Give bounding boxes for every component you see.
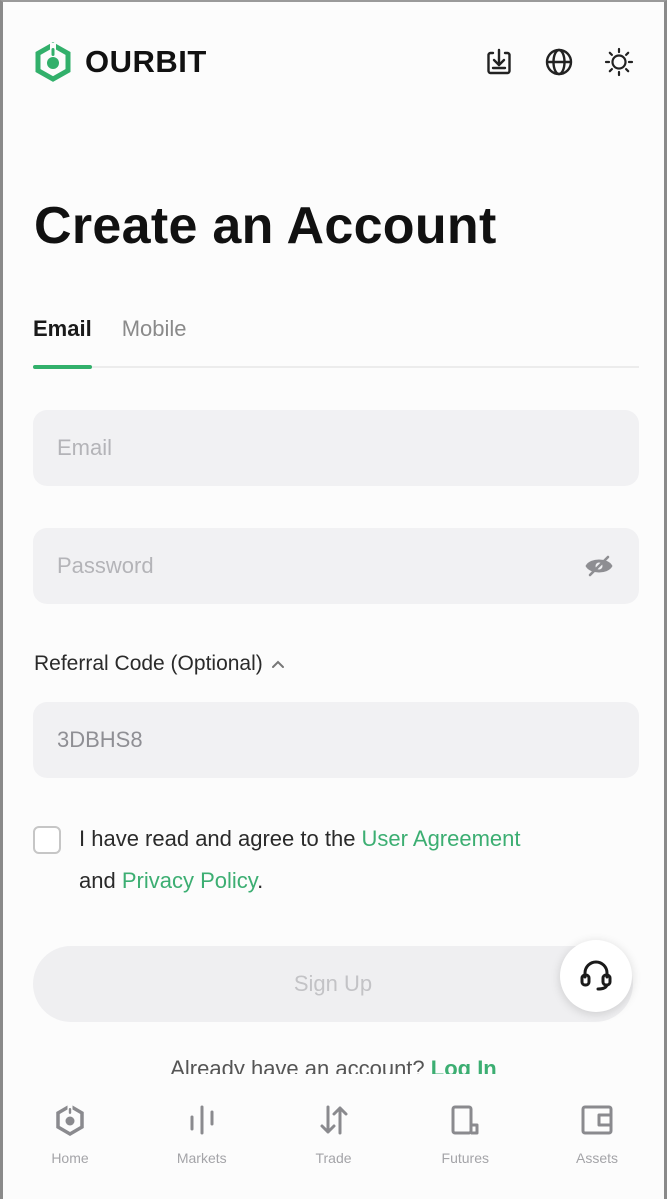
nav-trade[interactable]: Trade <box>289 1074 379 1199</box>
brand-name: OURBIT <box>85 44 207 79</box>
agreement-middle: and <box>79 868 122 893</box>
futures-icon <box>448 1098 482 1142</box>
email-field <box>33 410 639 486</box>
page-title: Create an Account <box>34 197 497 255</box>
nav-trade-label: Trade <box>315 1150 352 1166</box>
globe-icon[interactable] <box>543 46 575 78</box>
agreement-row: I have read and agree to the User Agreem… <box>33 824 643 902</box>
nav-futures[interactable]: Futures <box>420 1074 510 1199</box>
trade-icon <box>317 1098 351 1142</box>
top-header: OURBIT <box>33 36 643 88</box>
brand-logo[interactable]: OURBIT <box>33 42 207 82</box>
nav-markets-label: Markets <box>176 1150 227 1166</box>
agreement-prefix: I have read and agree to the <box>79 826 362 851</box>
assets-icon <box>579 1098 615 1142</box>
referral-code-toggle[interactable]: Referral Code (Optional) <box>34 652 285 676</box>
nav-markets[interactable]: Markets <box>157 1074 247 1199</box>
agreement-text: I have read and agree to the User Agreem… <box>79 818 521 902</box>
login-prompt: Already have an account? Log In <box>3 1052 664 1074</box>
headset-icon <box>577 955 615 998</box>
markets-icon <box>185 1098 219 1142</box>
email-input[interactable] <box>57 435 615 461</box>
chevron-up-icon <box>271 656 285 672</box>
nav-home[interactable]: Home <box>25 1074 115 1199</box>
sign-up-button[interactable]: Sign Up <box>33 946 633 1022</box>
nav-futures-label: Futures <box>441 1150 489 1166</box>
tab-mobile[interactable]: Mobile <box>122 312 187 366</box>
agreement-checkbox[interactable] <box>33 826 61 854</box>
nav-home-label: Home <box>51 1150 89 1166</box>
nav-assets-label: Assets <box>575 1150 618 1166</box>
bottom-navigation: Home Markets Trade Futures Assets <box>3 1074 664 1199</box>
home-icon <box>54 1098 86 1142</box>
referral-code-label: Referral Code (Optional) <box>34 652 263 675</box>
download-icon[interactable] <box>483 46 515 78</box>
support-chat-button[interactable] <box>560 940 632 1012</box>
nav-assets[interactable]: Assets <box>552 1074 642 1199</box>
referral-code-field <box>33 702 639 778</box>
hide-password-icon[interactable] <box>583 549 615 583</box>
header-actions <box>483 46 635 78</box>
password-input[interactable] <box>57 553 583 579</box>
theme-sun-icon[interactable] <box>603 46 635 78</box>
referral-code-input[interactable] <box>57 727 615 753</box>
login-prompt-text: Already have an account? <box>170 1056 431 1074</box>
tab-email[interactable]: Email <box>33 312 92 369</box>
signup-method-tabs: Email Mobile <box>33 312 639 369</box>
log-in-link[interactable]: Log In <box>431 1056 497 1074</box>
agreement-suffix: . <box>257 868 264 893</box>
privacy-policy-link[interactable]: Privacy Policy <box>122 868 257 893</box>
app-frame: OURBIT Create an Account Email Mobile Em… <box>0 0 667 1199</box>
ourbit-logo-icon <box>33 42 73 82</box>
user-agreement-link[interactable]: User Agreement <box>362 826 521 851</box>
password-field <box>33 528 639 604</box>
